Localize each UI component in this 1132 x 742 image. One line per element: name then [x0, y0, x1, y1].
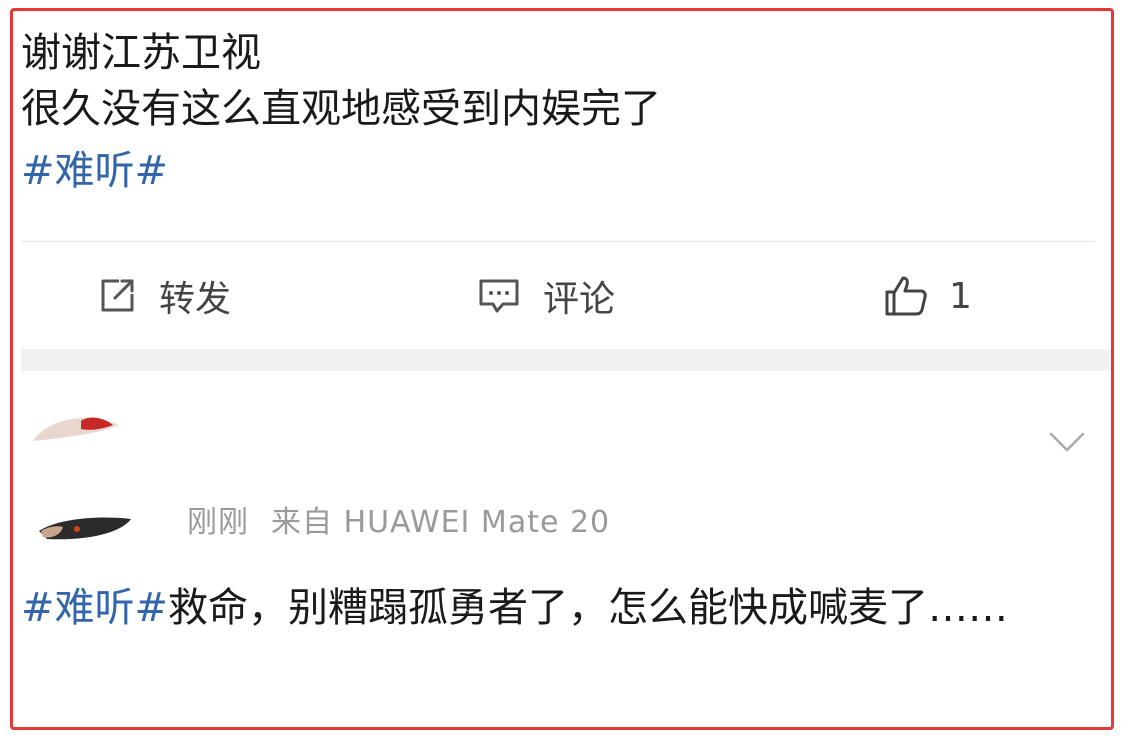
avatar[interactable]	[31, 411, 121, 445]
comment-button[interactable]: 评论	[477, 261, 615, 331]
share-button[interactable]: 转发	[97, 261, 231, 331]
reply-time: 刚刚	[187, 505, 249, 540]
reply-hashtag[interactable]: #难听#	[21, 585, 168, 631]
action-bar: 转发 评论 1	[13, 261, 1111, 331]
comment-icon	[477, 276, 521, 316]
post-line-2: 很久没有这么直观地感受到内娱完了	[21, 86, 661, 132]
post-body: 谢谢江苏卫视 很久没有这么直观地感受到内娱完了 #难听#	[21, 25, 1101, 199]
comment-label: 评论	[543, 279, 616, 320]
like-count: 1	[949, 275, 972, 317]
reply-body: #难听#救命，别糟蹋孤勇者了，怎么能快成喊麦了……	[21, 579, 1081, 637]
reply-text: 救命，别糟蹋孤勇者了，怎么能快成喊麦了……	[168, 585, 1009, 631]
like-button[interactable]: 1	[883, 261, 972, 331]
section-separator	[21, 349, 1111, 371]
divider	[21, 241, 1095, 242]
screenshot-frame: 谢谢江苏卫视 很久没有这么直观地感受到内娱完了 #难听# 转发 评论 1 刚刚 …	[10, 8, 1114, 730]
post-line-1: 谢谢江苏卫视	[21, 30, 261, 76]
reply-source: 来自 HUAWEI Mate 20	[271, 505, 611, 540]
user-avatar-2[interactable]	[37, 513, 133, 543]
reply-meta: 刚刚 来自 HUAWEI Mate 20	[187, 497, 610, 541]
thumbs-up-icon	[883, 274, 929, 318]
share-icon	[97, 276, 137, 316]
chevron-down-icon[interactable]	[1049, 431, 1085, 457]
share-label: 转发	[159, 279, 232, 320]
post-hashtag[interactable]: #难听#	[21, 148, 168, 194]
